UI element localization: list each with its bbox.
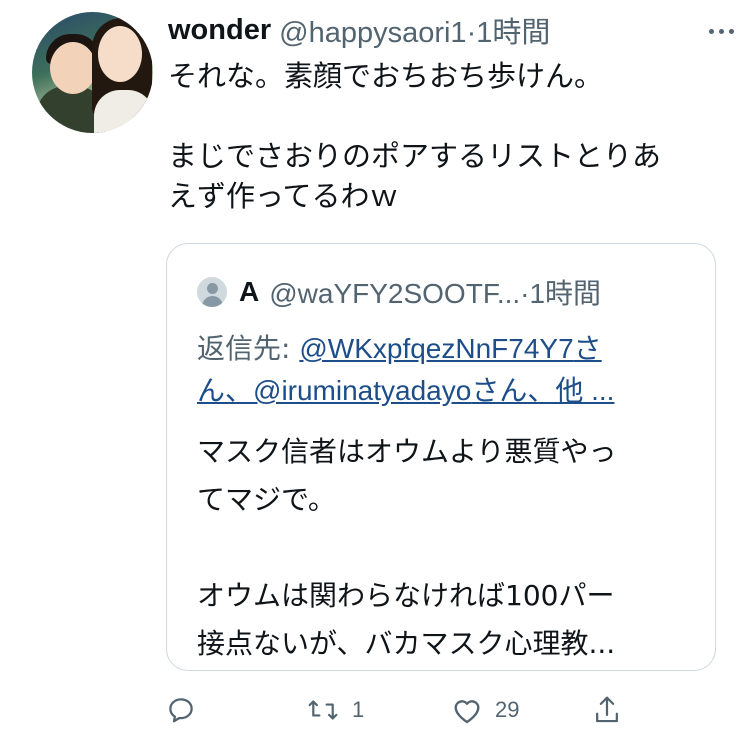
more-dot	[729, 28, 734, 34]
reply-button[interactable]	[166, 690, 208, 730]
heart-icon	[454, 700, 480, 724]
reply-icon	[169, 698, 193, 723]
tweet[interactable]: wonder @happysaori1·1時間 それな。素顔でおちおち歩けん。 …	[0, 0, 750, 741]
quoted-display-name: A	[239, 276, 260, 307]
retweet-button[interactable]: 1	[306, 690, 364, 730]
tweet-text-line: それな。素顔でおちおち歩けん。	[168, 59, 604, 93]
quoted-tweet-card[interactable]: A @waYFY2SOOTF...·1時間 返信先: @WKxpfqezNnF7…	[166, 243, 716, 671]
share-button[interactable]	[592, 690, 622, 730]
quoted-handle-and-time: @waYFY2SOOTF...·1時間	[269, 278, 602, 309]
quoted-tweet-header: A @waYFY2SOOTF...·1時間	[197, 276, 601, 309]
quoted-text-line: 接点ないが、バカマスク心理教...	[197, 627, 616, 660]
display-name[interactable]: wonder	[168, 14, 271, 47]
mention-link[interactable]: @WKxpfqezNnF74Y7	[299, 333, 573, 364]
replying-to-label: 返信先:	[197, 332, 300, 365]
more-dot	[719, 28, 724, 34]
avatar-face-child	[50, 42, 96, 94]
more-dot	[709, 28, 714, 34]
tweet-header: wonder @happysaori1·1時間	[168, 9, 738, 51]
replying-to: 返信先: @WKxpfqezNnF74Y7さん、@iruminatyadayoさ…	[197, 328, 697, 412]
like-count: 29	[495, 697, 520, 722]
retweet-count: 1	[352, 697, 365, 722]
like-button[interactable]: 29	[451, 690, 519, 730]
mention-suffix[interactable]: ん、	[197, 375, 253, 406]
avatar-face-woman	[98, 26, 142, 82]
share-icon	[596, 696, 618, 723]
mention-others[interactable]: さん、他 ...	[471, 375, 614, 406]
mention-link[interactable]: @iruminatyadayo	[253, 375, 471, 406]
more-options-button[interactable]	[694, 16, 734, 46]
avatar[interactable]	[32, 12, 153, 133]
default-avatar-icon	[197, 277, 227, 307]
quoted-text-line: マスク信者はオウムより悪質やっ	[197, 435, 617, 468]
action-bar: 1 29	[166, 690, 646, 730]
retweet-icon	[308, 700, 338, 720]
tweet-text-line: まじでさおりのポアするリストとりあ	[168, 139, 662, 173]
mention-suffix[interactable]: さ	[574, 333, 602, 364]
tweet-text: それな。素顔でおちおち歩けん。 まじでさおりのポアするリストとりあ えず作ってる…	[168, 56, 728, 216]
handle-and-time[interactable]: @happysaori1·1時間	[279, 9, 550, 51]
tweet-text-line: えず作ってるわｗ	[168, 179, 399, 213]
quoted-text-line: てマジで。	[197, 483, 336, 516]
avatar-figure-woman	[94, 90, 153, 133]
quoted-text-line: オウムは関わらなければ100パー	[197, 579, 615, 612]
quoted-tweet-text: マスク信者はオウムより悪質やっ てマジで。 オウムは関わらなければ100パー 接…	[197, 428, 697, 668]
